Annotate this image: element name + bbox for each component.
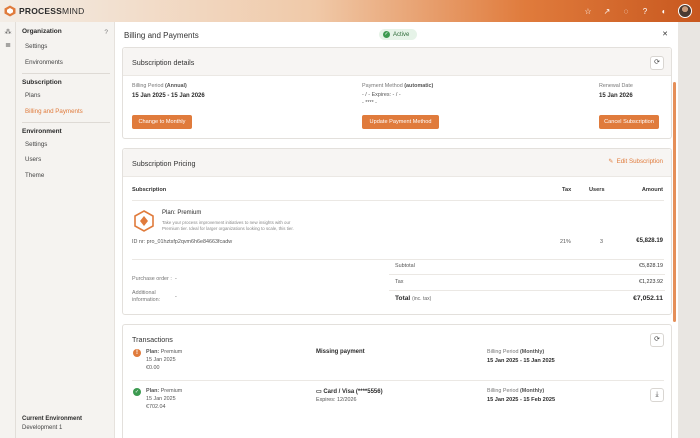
- change-to-monthly-button[interactable]: Change to Monthly: [132, 115, 192, 129]
- network-icon[interactable]: ⁂: [4, 29, 12, 37]
- subscription-details-card: Subscription details ⟳ Billing Period (A…: [122, 47, 672, 139]
- refresh-icon[interactable]: ⟳: [650, 333, 664, 347]
- transaction-period-label: Billing Period (Monthly): [487, 388, 545, 394]
- download-icon[interactable]: ⤓: [650, 388, 664, 402]
- payment-card-line: - **** -: [362, 100, 377, 106]
- edit-icon: ✎: [608, 158, 614, 165]
- sidebar-section-organization: Organization: [22, 28, 62, 35]
- additional-information-value: -: [175, 294, 177, 300]
- renewal-date-label: Renewal Date: [599, 83, 633, 89]
- total-value: €7,052.11: [633, 295, 663, 302]
- logo-icon: [4, 5, 16, 17]
- check-icon: ✓: [383, 31, 390, 38]
- sidebar-item-plans[interactable]: Plans: [25, 92, 40, 99]
- database-icon[interactable]: ≣: [4, 42, 12, 50]
- top-bar: PROCESSMIND ☆ ↗ ◌ ? ◐: [0, 0, 700, 22]
- subtotal-label: Subtotal: [395, 263, 415, 269]
- success-icon: ✓: [133, 388, 141, 396]
- plan-description: Premium tier. Ideal for larger organizat…: [162, 226, 294, 231]
- sidebar-help-icon[interactable]: ?: [104, 29, 108, 36]
- theme-icon[interactable]: ◐: [659, 6, 669, 16]
- logo[interactable]: PROCESSMIND: [4, 5, 85, 17]
- purchase-order-label: Purchase order :: [132, 276, 172, 282]
- page-title: Billing and Payments: [124, 31, 199, 40]
- renewal-date-value: 15 Jan 2026: [599, 93, 633, 99]
- sidebar-item-org-settings[interactable]: Settings: [25, 43, 47, 50]
- col-amount: Amount: [641, 187, 663, 193]
- tax-label: Tax: [395, 279, 404, 285]
- transaction-period-label: Billing Period (Monthly): [487, 349, 545, 355]
- billing-panel: Billing and Payments ✓ Active ✕ Subscrip…: [114, 22, 678, 438]
- current-environment-value[interactable]: Development 1: [22, 425, 62, 431]
- chat-icon[interactable]: ◌: [621, 6, 631, 16]
- transaction-card-expiry: Expires: 12/2026: [316, 397, 357, 403]
- col-tax: Tax: [562, 187, 572, 193]
- sidebar-item-env-settings[interactable]: Settings: [25, 141, 47, 148]
- update-payment-method-button[interactable]: Update Payment Method: [362, 115, 439, 129]
- line-amount: €5,828.19: [636, 238, 663, 244]
- avatar[interactable]: [678, 4, 692, 18]
- cancel-subscription-button[interactable]: Cancel Subscription: [599, 115, 659, 129]
- status-badge-label: Active: [393, 31, 410, 38]
- sidebar-item-billing[interactable]: Billing and Payments: [25, 108, 83, 115]
- logo-text: PROCESSMIND: [19, 6, 85, 16]
- warning-icon: !: [133, 349, 141, 357]
- card-icon: ▭: [316, 389, 322, 395]
- trend-icon[interactable]: ↗: [602, 6, 612, 16]
- subscription-pricing-card: Subscription Pricing ✎ Edit Subscription…: [122, 148, 672, 315]
- current-environment-label: Current Environment: [22, 416, 83, 422]
- transaction-plan: Plan: Premium: [146, 349, 183, 355]
- col-subscription: Subscription: [132, 187, 167, 193]
- sidebar-item-theme[interactable]: Theme: [25, 172, 44, 179]
- transactions-card: Transactions ⟳ ! Plan: Premium 15 Jan 20…: [122, 324, 672, 438]
- purchase-order-value: -: [175, 276, 177, 282]
- additional-information-label: Additional: [132, 290, 156, 296]
- transaction-date: 15 Jan 2025: [146, 396, 176, 402]
- plan-description: Take your process improvement initiative…: [162, 220, 291, 225]
- sidebar: Organization ? Settings Environments Sub…: [16, 22, 114, 438]
- subtotal-value: €5,828.19: [639, 263, 663, 269]
- sidebar-section-subscription: Subscription: [22, 79, 62, 86]
- sidebar-item-users[interactable]: Users: [25, 156, 41, 163]
- billing-period-label: Billing Period (Annual): [132, 83, 187, 89]
- help-icon[interactable]: ?: [640, 6, 650, 16]
- payment-method-line: - / - Expires: - / -: [362, 92, 401, 98]
- card-title: Transactions: [132, 335, 173, 344]
- sidebar-section-environment: Environment: [22, 128, 62, 135]
- edit-subscription-link[interactable]: ✎ Edit Subscription: [608, 158, 663, 165]
- scrollbar[interactable]: [673, 82, 676, 322]
- plan-premium-icon: [134, 210, 154, 232]
- transaction-payment: ▭ Card / Visa (****5556): [316, 389, 383, 395]
- plan-name: Plan: Premium: [162, 210, 202, 216]
- transaction-date: 15 Jan 2025: [146, 357, 176, 363]
- users-count: 3: [600, 239, 603, 245]
- col-users: Users: [589, 187, 605, 193]
- total-label: Total (inc. tax): [395, 295, 432, 302]
- billing-period-value: 15 Jan 2025 - 15 Jan 2026: [132, 93, 205, 99]
- transaction-amount: €702.04: [146, 404, 166, 410]
- star-icon[interactable]: ☆: [583, 6, 593, 16]
- divider: [22, 73, 110, 74]
- close-icon[interactable]: ✕: [662, 30, 668, 38]
- tax-rate: 21%: [560, 239, 571, 245]
- transaction-plan: Plan: Premium: [146, 388, 183, 394]
- payment-method-label: Payment Method (automatic): [362, 83, 434, 89]
- transaction-payment: Missing payment: [316, 349, 365, 355]
- transaction-period: 15 Jan 2025 - 15 Jan 2025: [487, 358, 555, 364]
- transaction-amount: €0.00: [146, 365, 160, 371]
- refresh-icon[interactable]: ⟳: [650, 56, 664, 70]
- card-title: Subscription Pricing: [132, 159, 196, 168]
- card-title: Subscription details: [132, 58, 195, 67]
- icon-rail: ⁂ ≣ ✺: [0, 22, 16, 438]
- plan-id: ID nr: pro_01hztsfp2qvm6h6e84663fcadw: [132, 239, 233, 245]
- transaction-period: 15 Jan 2025 - 15 Feb 2025: [487, 397, 556, 403]
- additional-information-label: information:: [132, 297, 161, 303]
- tax-value: €1,223.92: [639, 279, 663, 285]
- status-badge: ✓ Active: [379, 29, 418, 40]
- divider: [22, 122, 110, 123]
- sidebar-item-environments[interactable]: Environments: [25, 59, 63, 66]
